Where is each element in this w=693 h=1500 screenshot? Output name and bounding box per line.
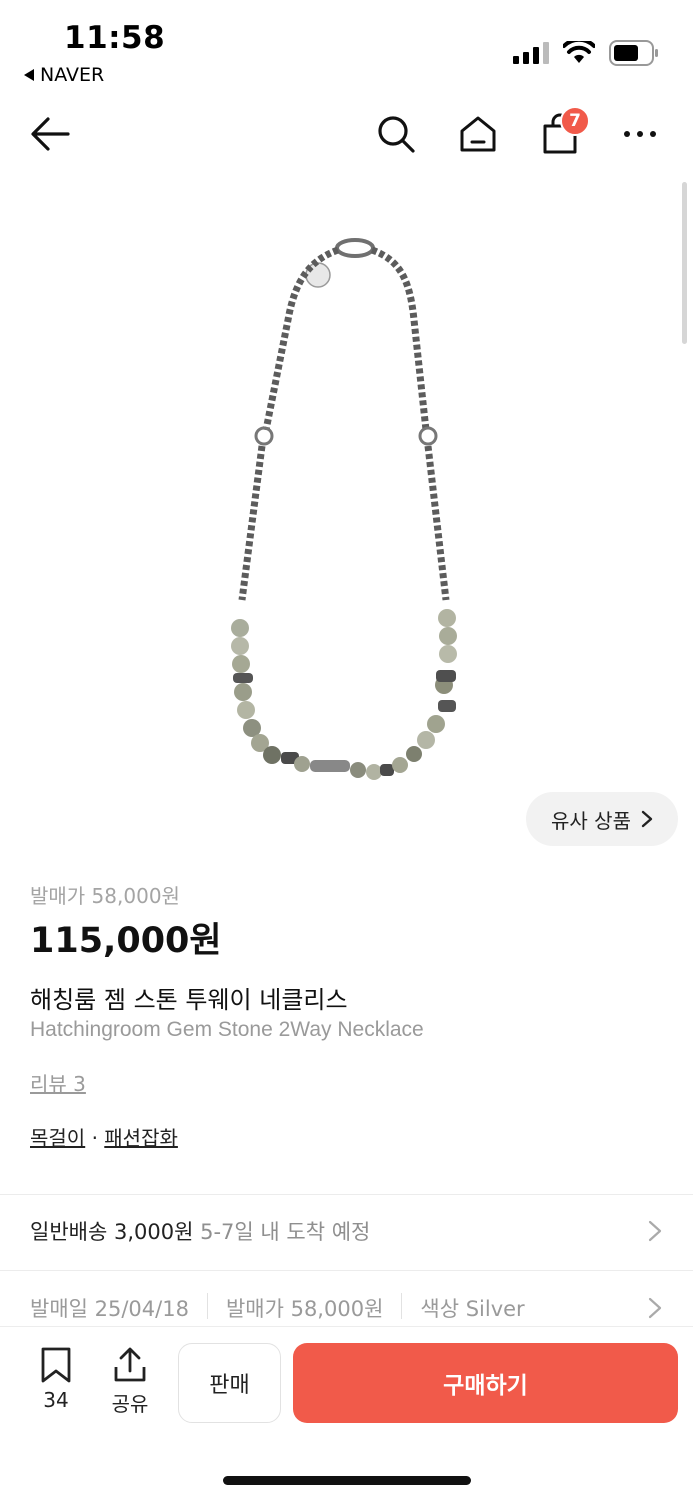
category-link-fashion-goods[interactable]: 패션잡화: [104, 1126, 178, 1150]
necklace-image: [231, 238, 457, 780]
chevron-right-icon: [648, 1297, 662, 1319]
review-link[interactable]: 리뷰 3: [30, 1068, 86, 1097]
top-navigation: 7: [0, 100, 693, 170]
similar-products-button[interactable]: 유사 상품: [526, 792, 678, 846]
arrow-left-icon: [31, 117, 70, 151]
divider: [0, 1270, 693, 1271]
bookmark-icon: [41, 1347, 71, 1383]
buy-button[interactable]: 구매하기: [293, 1343, 678, 1423]
sell-button[interactable]: 판매: [178, 1343, 281, 1423]
battery-icon: [609, 40, 658, 66]
wifi-icon: [563, 41, 595, 63]
more-dots-icon: [624, 131, 656, 137]
spec-separator: [206, 1293, 208, 1319]
back-triangle-icon: [24, 69, 34, 81]
image-scroll-indicator: [682, 182, 687, 344]
spec-separator: [401, 1293, 403, 1319]
release-date: 발매일 25/04/18: [30, 1297, 189, 1321]
divider: [0, 1194, 693, 1195]
product-spec-row[interactable]: 발매일 25/04/18 발매가 58,000원 색상 Silver: [30, 1293, 670, 1323]
signal-icon: [513, 42, 549, 64]
back-button[interactable]: [26, 110, 74, 158]
share-label: 공유: [111, 1392, 149, 1416]
category-separator: ·: [91, 1126, 98, 1150]
category-link-necklace[interactable]: 목걸이: [30, 1126, 85, 1150]
shipping-info-row[interactable]: 일반배송 3,000원 5-7일 내 도착 예정: [30, 1216, 670, 1246]
release-price: 발매가 58,000원: [225, 1297, 384, 1321]
bookmark-count: 34: [43, 1388, 69, 1412]
color-spec: 색상 Silver: [420, 1297, 525, 1321]
clock: 11:58: [64, 20, 166, 56]
bookmark-button[interactable]: 34: [36, 1347, 76, 1412]
search-icon: [378, 116, 415, 153]
product-name-english: Hatchingroom Gem Stone 2Way Necklace: [30, 1018, 424, 1041]
cart-count-badge: 7: [560, 106, 590, 136]
original-release-price: 발매가 58,000원: [30, 884, 180, 908]
share-icon: [114, 1347, 146, 1382]
current-price: 115,000원: [30, 921, 222, 961]
search-button[interactable]: [372, 110, 420, 158]
system-icons: [513, 40, 659, 66]
product-name-korean: 해칭룸 젬 스톤 투웨이 네클리스: [30, 986, 348, 1014]
back-to-app-link[interactable]: NAVER: [24, 64, 104, 86]
more-button[interactable]: [616, 110, 664, 158]
shipping-estimate: 5-7일 내 도착 예정: [200, 1220, 371, 1244]
chevron-right-icon: [641, 810, 653, 828]
home-icon: [460, 116, 496, 152]
status-bar: 11:58 NAVER: [0, 0, 693, 96]
home-indicator: [223, 1476, 471, 1485]
bottom-action-bar: 34 공유 판매 구매하기: [0, 1326, 693, 1500]
similar-products-label: 유사 상품: [551, 808, 631, 833]
product-image[interactable]: [0, 180, 693, 860]
back-app-label: NAVER: [40, 64, 105, 86]
shipping-main: 일반배송 3,000원: [30, 1220, 194, 1244]
category-breadcrumb: 목걸이 · 패션잡화: [30, 1122, 178, 1151]
cart-button[interactable]: 7: [536, 106, 590, 158]
chevron-right-icon: [648, 1220, 662, 1242]
home-button[interactable]: [454, 110, 502, 158]
share-button[interactable]: 공유: [108, 1347, 152, 1417]
